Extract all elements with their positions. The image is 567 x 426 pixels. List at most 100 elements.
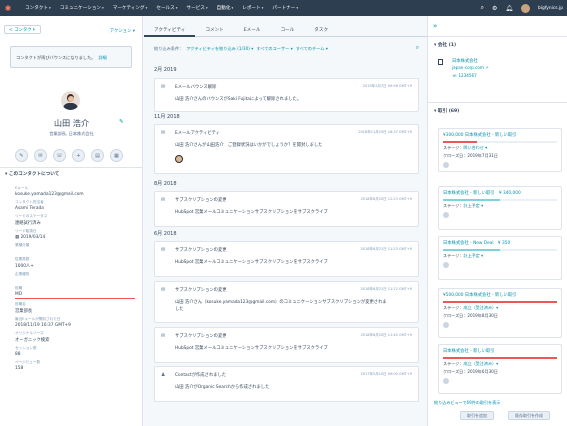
associations-sidebar: » ▾ 会社 (1) 日本株式会社 japan-corp.com ↗ ☏ 123… <box>427 16 567 426</box>
company-phone[interactable]: ☏ 1234567 <box>452 73 477 78</box>
edit-pencil-icon[interactable]: ✎ <box>119 119 124 125</box>
deal-progress <box>443 141 557 143</box>
filter-activity-dropdown[interactable]: アクティビティを絞り込み (1/30) ▾ <box>186 46 253 51</box>
about-section-header[interactable]: ▾ このコンタクトについて <box>5 171 59 177</box>
deal-card[interactable]: ¥300,000 日本株式会社 - 新しい取引 ステージ：問い合わせ ▾ クロー… <box>438 128 562 172</box>
property-industry[interactable]: 業種分類 <box>15 243 135 254</box>
nav-automation[interactable]: 自動化▾ <box>217 5 234 11</box>
property-owner[interactable]: コンタクト担当者 Asami Terada <box>15 200 135 211</box>
avatar <box>443 212 449 218</box>
property-employees[interactable]: 従業員数 1000人+ <box>15 257 135 269</box>
note-icon[interactable]: ✎ <box>15 149 28 162</box>
hubspot-logo-icon[interactable]: ✱ <box>0 0 16 16</box>
add-deal-button[interactable]: 取引を追加 <box>460 411 494 420</box>
property-email[interactable]: Eメール kosuke.yamada123@gmail.com <box>15 186 135 197</box>
bounce-notice: コンタクトが再びバウンスになりました。 詳細 <box>10 46 132 68</box>
property-role[interactable]: 役職 MD <box>15 286 135 299</box>
card-body: 山田 浩介さんが山田浩介 ご登録状況はいかがでしょうか？を開封しました <box>175 143 323 148</box>
person-icon: ♟ <box>161 372 166 378</box>
activity-timeline: アクティビティ コメント Eメール コール タスク 絞り込み条件： アクティビティ… <box>144 16 427 426</box>
property-sessions[interactable]: セッション数 88 <box>15 346 135 357</box>
deal-stage-dropdown[interactable]: 成立（受注済み）▾ <box>463 361 498 366</box>
deal-stage-dropdown[interactable]: 計上予定 ▾ <box>463 203 483 208</box>
filter-users-dropdown[interactable]: すべてのユーザー ▾ <box>256 46 292 51</box>
deal-stage-dropdown[interactable]: 成立（受注済み）▾ <box>463 305 498 310</box>
bounce-details-link[interactable]: 詳細 <box>98 55 106 60</box>
deal-title[interactable]: ¥500,000 日本株式会社 - 新しい取引 <box>439 289 561 298</box>
nav-sales[interactable]: セールス▾ <box>156 5 177 11</box>
timeline-card[interactable]: ✉ サブスクリプションの変更 2018年6月20日 11:40 GMT+9 Hu… <box>154 327 419 363</box>
tab-notes[interactable]: コメント <box>195 25 233 37</box>
deal-title[interactable]: 日本株式会社 - 新しい取引 <box>439 345 561 354</box>
timeline-card[interactable]: ✉ Eメールバウンス解除 2019年2月7日 09:58 GMT+9 山田 浩介… <box>154 78 419 112</box>
company-name[interactable]: 日本株式会社 <box>452 58 478 64</box>
property-original-source[interactable]: オリジナルソース オーガニック検索 <box>15 331 135 343</box>
deal-title[interactable]: 日本株式会社 - New Deal ¥ 350 <box>439 237 561 246</box>
timeline-card[interactable]: ♟ Contactが作成されました 2017年5月10日 09:00 GMT+9… <box>154 366 419 402</box>
month-header: 6月 2018 <box>154 231 177 237</box>
nav-service[interactable]: サービス▾ <box>187 5 208 11</box>
meeting-calendar-icon[interactable]: ▦ <box>110 149 123 162</box>
tab-emails[interactable]: Eメール <box>234 25 271 37</box>
deals-section-header[interactable]: ▾ 取引 (69) <box>434 108 459 114</box>
avatar <box>443 162 449 168</box>
email-icon: ✉ <box>161 197 166 203</box>
activity-tabs: アクティビティ コメント Eメール コール タスク <box>144 25 427 37</box>
back-to-contacts-button[interactable]: < コンタクト <box>4 25 42 34</box>
task-icon[interactable]: ▤ <box>91 149 104 162</box>
email-icon[interactable]: ✉ <box>34 149 47 162</box>
nav-contacts[interactable]: コンタクト▾ <box>25 5 51 11</box>
deal-card[interactable]: 日本株式会社 - 新しい取引 ¥ 340,000 ステージ：計上予定 ▾ <box>438 186 562 230</box>
card-time: 2019年2月7日 09:58 GMT+9 <box>362 84 412 88</box>
deal-title[interactable]: 日本株式会社 - 新しい取引 ¥ 340,000 <box>439 187 561 196</box>
timeline-card[interactable]: ✉ サブスクリプションの変更 2018年8月20日 12:23 GMT+9 Hu… <box>154 191 419 227</box>
property-lead-status[interactable]: リードのステータス 連絡試行済み <box>15 214 135 226</box>
timeline-card[interactable]: ✉ Eメールアクティビティ 2018年11月19日 16:37 GMT+9 山田… <box>154 124 419 174</box>
nav-partner[interactable]: パートナー▾ <box>272 5 298 11</box>
deal-stage-dropdown[interactable]: 問い合わせ ▾ <box>463 145 487 150</box>
property-last-opened[interactable]: 最近Eメールが開封された日 2018/11/19 16:37 GMT+9 <box>15 317 135 328</box>
log-activity-icon[interactable]: + <box>72 149 85 162</box>
card-title: Contactが作成されました <box>175 373 227 378</box>
filter-teams-dropdown[interactable]: すべてのチーム ▾ <box>296 46 328 51</box>
search-icon[interactable]: ⌕ <box>481 4 484 12</box>
create-deal-button[interactable]: 既存取引を作成 <box>508 411 550 420</box>
timeline-card[interactable]: ✉ サブスクリプションの変更 2018年6月21日 11:23 GMT+9 Hu… <box>154 241 419 277</box>
building-icon <box>438 59 443 65</box>
month-header: 8月 2018 <box>154 181 177 187</box>
account-name[interactable]: bigfynics.jp <box>538 6 563 11</box>
nav-reports[interactable]: レポート▾ <box>242 5 263 11</box>
notification-bell-icon[interactable]: 🔔︎ <box>505 5 513 12</box>
tab-activity[interactable]: アクティビティ <box>144 25 196 37</box>
expand-chevrons-icon[interactable]: » <box>433 22 437 30</box>
deal-card[interactable]: 日本株式会社 - New Deal ¥ 350 ステージ：計上予定 ▾ <box>438 236 562 280</box>
user-avatar[interactable] <box>521 3 531 13</box>
view-all-deals-link[interactable]: 絞り込みビューで69件の取引を表示 <box>434 400 500 406</box>
search-icon[interactable]: ⌕ <box>416 45 419 52</box>
deal-title[interactable]: ¥300,000 日本株式会社 - 新しい取引 <box>439 129 561 138</box>
company-section-header[interactable]: ▾ 会社 (1) <box>434 42 456 48</box>
deal-card[interactable]: 日本株式会社 - 新しい取引 ステージ：成立（受注済み）▾ クローズ日：2019… <box>438 344 562 394</box>
property-pageviews[interactable]: ページビュー数 158 <box>15 360 135 371</box>
tab-tasks[interactable]: タスク <box>304 25 338 37</box>
company-domain[interactable]: japan-corp.com ↗ <box>452 65 489 70</box>
nav-conversations[interactable]: コミュニケーション▾ <box>60 5 104 11</box>
settings-gear-icon[interactable]: ⚙ <box>492 5 497 12</box>
actions-dropdown[interactable]: アクション ▾ <box>110 28 135 34</box>
property-company-type[interactable]: 企業種別 <box>15 272 135 283</box>
nav-marketing[interactable]: マーケティング▾ <box>113 5 148 11</box>
company-card[interactable]: 日本株式会社 japan-corp.com ↗ ☏ 1234567 <box>438 56 558 82</box>
property-lead-date[interactable]: リード転換日 ▦ 2019/03/14 <box>15 229 135 240</box>
deal-progress <box>443 249 557 251</box>
contact-actions: ✎ ✉ ☏ + ▤ ▦ <box>15 149 123 162</box>
card-body: 山田 浩介さん（kosuke.yamada123@gmail.com）のコミュニ… <box>175 300 387 312</box>
property-job-title[interactable]: 役職名 営業部長 <box>15 302 135 314</box>
call-icon[interactable]: ☏ <box>53 149 66 162</box>
timeline-card[interactable]: ✉ サブスクリプションの変更 2018年6月21日 11:22 GMT+9 山田… <box>154 281 419 323</box>
contact-avatar[interactable] <box>61 91 80 110</box>
contact-sidebar: < コンタクト アクション ▾ コンタクトが再びバウンスになりました。 詳細 山田… <box>0 16 143 426</box>
email-icon: ✉ <box>161 247 166 253</box>
tab-calls[interactable]: コール <box>270 25 304 37</box>
deal-stage-dropdown[interactable]: 計上予定 ▾ <box>463 253 483 258</box>
deal-card[interactable]: ¥500,000 日本株式会社 - 新しい取引 ステージ：成立（受注済み）▾ ク… <box>438 288 562 338</box>
